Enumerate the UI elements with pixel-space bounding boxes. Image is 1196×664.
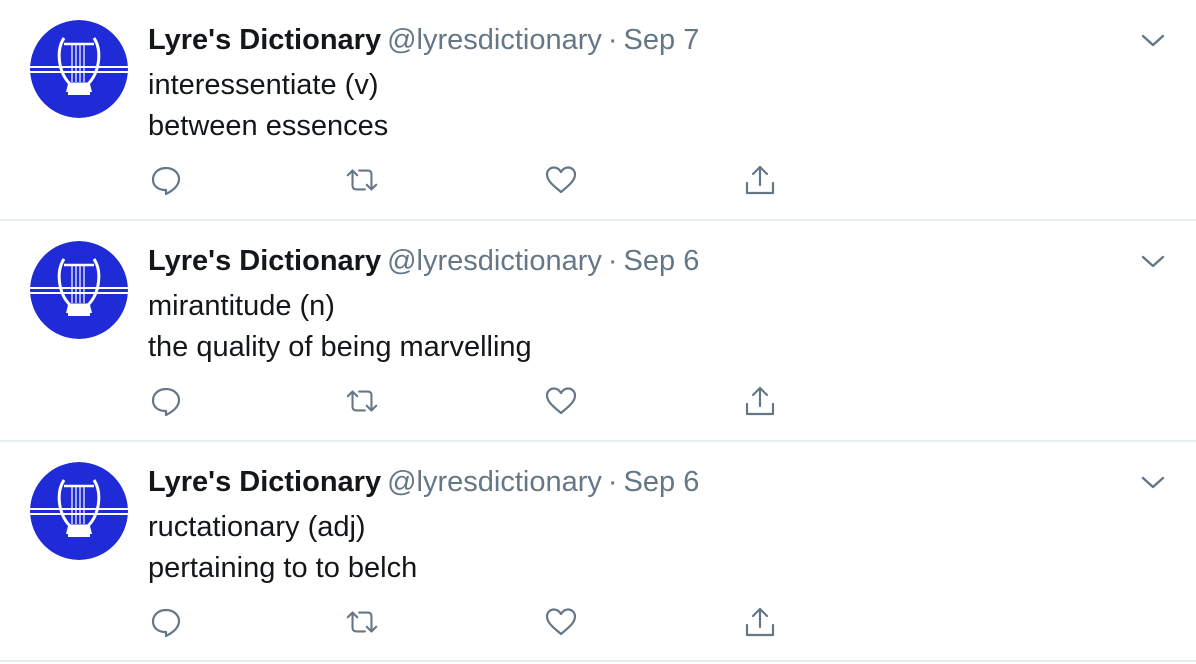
reply-icon: [151, 608, 181, 638]
like-icon: [545, 387, 577, 415]
reply-button[interactable]: [148, 383, 184, 419]
retweet-icon: [346, 611, 378, 633]
definition-line: pertaining to to belch: [148, 552, 418, 584]
word-line: ructationary (adj): [148, 511, 366, 543]
reply-button[interactable]: [148, 162, 184, 198]
display-name[interactable]: Lyre's Dictionary: [148, 466, 381, 498]
tweet-date[interactable]: Sep 7: [624, 24, 700, 56]
tweet-feed: Lyre's Dictionary @lyresdictionary · Sep 7 …: [0, 0, 1196, 664]
tweet-date[interactable]: Sep 6: [624, 466, 700, 498]
share-icon: [745, 607, 775, 637]
like-button[interactable]: [543, 162, 579, 198]
avatar[interactable]: [30, 20, 128, 118]
chevron-down-icon: [1141, 255, 1165, 268]
separator: ·: [607, 245, 618, 277]
tweet-text: mirantitude (n) the quality of being mar…: [148, 286, 532, 368]
more-options-button[interactable]: [1140, 472, 1166, 492]
like-icon: [545, 166, 577, 194]
lyre-logo-icon: [30, 20, 128, 118]
chevron-down-icon: [1141, 34, 1165, 47]
lyre-logo-icon: [30, 462, 128, 560]
share-button[interactable]: [742, 604, 778, 640]
word-line: interessentiate (v): [148, 69, 379, 101]
like-icon: [545, 608, 577, 636]
share-button[interactable]: [742, 162, 778, 198]
tweet[interactable]: Lyre's Dictionary @lyresdictionary · Sep 7 …: [0, 0, 1196, 221]
lyre-logo-icon: [30, 241, 128, 339]
retweet-icon: [346, 390, 378, 412]
word-line: mirantitude (n): [148, 290, 335, 322]
more-options-button[interactable]: [1140, 30, 1166, 50]
avatar[interactable]: [30, 241, 128, 339]
tweet-header: Lyre's Dictionary @lyresdictionary · Sep 6: [148, 243, 699, 279]
reply-icon: [151, 166, 181, 196]
tweet-text: ructationary (adj) pertaining to to belc…: [148, 507, 417, 589]
user-handle[interactable]: @lyresdictionary: [387, 466, 602, 498]
separator: ·: [607, 466, 618, 498]
display-name[interactable]: Lyre's Dictionary: [148, 245, 381, 277]
user-handle[interactable]: @lyresdictionary: [387, 245, 602, 277]
share-button[interactable]: [742, 383, 778, 419]
separator: ·: [607, 24, 618, 56]
share-icon: [745, 165, 775, 195]
tweet[interactable]: Lyre's Dictionary @lyresdictionary · Sep 6 …: [0, 221, 1196, 442]
tweet-header: Lyre's Dictionary @lyresdictionary · Sep 7: [148, 22, 699, 58]
chevron-down-icon: [1141, 476, 1165, 489]
retweet-icon: [346, 169, 378, 191]
definition-line: between essences: [148, 110, 389, 142]
tweet-header: Lyre's Dictionary @lyresdictionary · Sep 6: [148, 464, 699, 500]
like-button[interactable]: [543, 604, 579, 640]
reply-icon: [151, 387, 181, 417]
reply-button[interactable]: [148, 604, 184, 640]
retweet-button[interactable]: [344, 162, 380, 198]
tweet[interactable]: Lyre's Dictionary @lyresdictionary · Sep 6 …: [0, 442, 1196, 662]
like-button[interactable]: [543, 383, 579, 419]
share-icon: [745, 386, 775, 416]
tweet-actions: [148, 162, 788, 198]
user-handle[interactable]: @lyresdictionary: [387, 24, 602, 56]
more-options-button[interactable]: [1140, 251, 1166, 271]
tweet-text: interessentiate (v) between essences: [148, 65, 388, 147]
display-name[interactable]: Lyre's Dictionary: [148, 24, 381, 56]
tweet-actions: [148, 604, 788, 640]
avatar[interactable]: [30, 462, 128, 560]
retweet-button[interactable]: [344, 383, 380, 419]
tweet-date[interactable]: Sep 6: [624, 245, 700, 277]
definition-line: the quality of being marvelling: [148, 331, 532, 363]
tweet-actions: [148, 383, 788, 419]
retweet-button[interactable]: [344, 604, 380, 640]
